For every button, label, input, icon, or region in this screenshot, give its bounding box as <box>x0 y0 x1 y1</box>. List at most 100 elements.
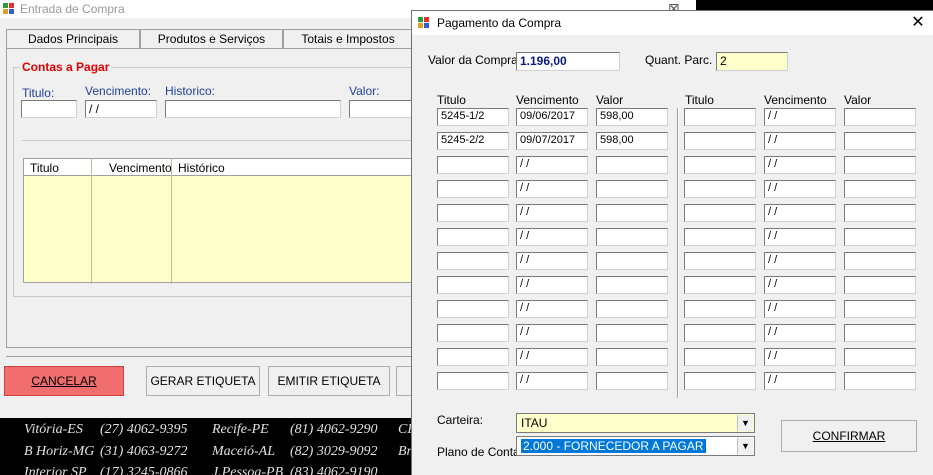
cancelar-button[interactable]: CANCELAR <box>4 366 124 396</box>
left-vencimento-input[interactable]: / / <box>516 156 588 174</box>
valor-compra-field[interactable]: 1.196,00 <box>516 52 620 71</box>
left-valor-input[interactable] <box>596 300 668 318</box>
right-vencimento-input[interactable]: / / <box>764 108 836 126</box>
left-titulo-input[interactable] <box>437 372 509 390</box>
right-valor-input[interactable] <box>844 348 916 366</box>
right-vencimento-input[interactable]: / / <box>764 324 836 342</box>
left-vencimento-input[interactable]: / / <box>516 348 588 366</box>
right-vencimento-input[interactable]: / / <box>764 132 836 150</box>
left-vencimento-input[interactable]: / / <box>516 276 588 294</box>
right-titulo-input[interactable] <box>684 348 756 366</box>
right-vencimento-input[interactable]: / / <box>764 156 836 174</box>
close-icon[interactable]: ✕ <box>908 13 928 33</box>
left-valor-input[interactable] <box>596 156 668 174</box>
left-titulo-input[interactable]: 5245-2/2 <box>437 132 509 150</box>
right-valor-input[interactable] <box>844 324 916 342</box>
column-separator <box>677 108 679 398</box>
tab-totais-impostos[interactable]: Totais e Impostos <box>283 29 413 49</box>
right-valor-input[interactable] <box>844 276 916 294</box>
left-titulo-input[interactable] <box>437 252 509 270</box>
left-titulo-input[interactable] <box>437 276 509 294</box>
left-vencimento-input[interactable]: / / <box>516 228 588 246</box>
left-vencimento-input[interactable]: / / <box>516 204 588 222</box>
right-vencimento-input[interactable]: / / <box>764 228 836 246</box>
left-vencimento-input[interactable]: / / <box>516 252 588 270</box>
left-valor-input[interactable] <box>596 324 668 342</box>
right-vencimento-input[interactable]: / / <box>764 276 836 294</box>
left-vencimento-input[interactable]: 09/07/2017 <box>516 132 588 150</box>
right-vencimento-input[interactable]: / / <box>764 252 836 270</box>
right-vencimento-input[interactable]: / / <box>764 348 836 366</box>
divider <box>6 356 426 357</box>
right-valor-input[interactable] <box>844 132 916 150</box>
left-vencimento-input[interactable]: 09/06/2017 <box>516 108 588 126</box>
tab-produtos-servicos[interactable]: Produtos e Serviços <box>140 29 283 49</box>
left-titulo-input[interactable] <box>437 324 509 342</box>
right-titulo-input[interactable] <box>684 156 756 174</box>
carteira-select[interactable]: ITAU ▼ <box>516 413 755 433</box>
left-valor-input[interactable] <box>596 372 668 390</box>
right-valor-input[interactable] <box>844 372 916 390</box>
right-valor-input[interactable] <box>844 156 916 174</box>
right-vencimento-input[interactable]: / / <box>764 372 836 390</box>
left-titulo-input[interactable] <box>437 180 509 198</box>
left-vencimento-input[interactable]: / / <box>516 300 588 318</box>
left-valor-input[interactable]: 598,00 <box>596 108 668 126</box>
right-titulo-input[interactable] <box>684 228 756 246</box>
left-titulo-input[interactable] <box>437 204 509 222</box>
col-header-valor: Valor <box>844 93 872 107</box>
chevron-down-icon[interactable]: ▼ <box>737 415 753 431</box>
right-titulo-input[interactable] <box>684 252 756 270</box>
left-valor-input[interactable] <box>596 252 668 270</box>
footer-contacts: Vitória-ES (27) 4062-9395 Recife-PE (81)… <box>0 418 420 475</box>
left-valor-input[interactable] <box>596 204 668 222</box>
left-valor-input[interactable] <box>596 228 668 246</box>
right-valor-input[interactable] <box>844 252 916 270</box>
gerar-etiqueta-button[interactable]: GERAR ETIQUETA <box>146 366 260 396</box>
right-valor-input[interactable] <box>844 300 916 318</box>
right-titulo-input[interactable] <box>684 372 756 390</box>
contas-grid[interactable]: Titulo Vencimento Histórico <box>23 158 424 284</box>
right-vencimento-input[interactable]: / / <box>764 180 836 198</box>
right-vencimento-input[interactable]: / / <box>764 300 836 318</box>
emitir-etiqueta-button[interactable]: EMITIR ETIQUETA <box>268 366 390 396</box>
vencimento-input[interactable]: / / <box>85 100 157 118</box>
left-valor-input[interactable]: 598,00 <box>596 132 668 150</box>
right-titulo-input[interactable] <box>684 108 756 126</box>
right-vencimento-input[interactable]: / / <box>764 204 836 222</box>
right-titulo-input[interactable] <box>684 300 756 318</box>
plano-conta-label: Plano de Conta: <box>437 445 524 459</box>
right-titulo-input[interactable] <box>684 276 756 294</box>
right-titulo-input[interactable] <box>684 324 756 342</box>
left-valor-input[interactable] <box>596 348 668 366</box>
left-titulo-input[interactable] <box>437 300 509 318</box>
titulo-input[interactable] <box>21 100 77 118</box>
plano-conta-select[interactable]: 2.000 - FORNECEDOR A PAGAR ▼ <box>516 436 755 456</box>
divider <box>22 140 422 141</box>
right-valor-input[interactable] <box>844 180 916 198</box>
right-valor-input[interactable] <box>844 204 916 222</box>
valor-input[interactable] <box>349 100 419 118</box>
historico-label: Historico: <box>165 84 216 98</box>
tab-dados-principais[interactable]: Dados Principais <box>6 29 140 49</box>
left-titulo-input[interactable] <box>437 228 509 246</box>
left-vencimento-input[interactable]: / / <box>516 180 588 198</box>
carteira-label: Carteira: <box>437 413 484 427</box>
chevron-down-icon[interactable]: ▼ <box>737 438 753 454</box>
right-valor-input[interactable] <box>844 108 916 126</box>
historico-input[interactable] <box>165 100 341 118</box>
right-titulo-input[interactable] <box>684 132 756 150</box>
left-valor-input[interactable] <box>596 276 668 294</box>
left-valor-input[interactable] <box>596 180 668 198</box>
left-titulo-input[interactable] <box>437 156 509 174</box>
right-valor-input[interactable] <box>844 228 916 246</box>
quant-parc-field[interactable]: 2 <box>716 52 788 71</box>
left-vencimento-input[interactable]: / / <box>516 372 588 390</box>
right-titulo-input[interactable] <box>684 204 756 222</box>
right-titulo-input[interactable] <box>684 180 756 198</box>
dialog-titlebar: Pagamento da Compra ✕ <box>412 11 933 35</box>
left-titulo-input[interactable] <box>437 348 509 366</box>
confirmar-button[interactable]: CONFIRMAR <box>781 420 917 452</box>
left-vencimento-input[interactable]: / / <box>516 324 588 342</box>
left-titulo-input[interactable]: 5245-1/2 <box>437 108 509 126</box>
